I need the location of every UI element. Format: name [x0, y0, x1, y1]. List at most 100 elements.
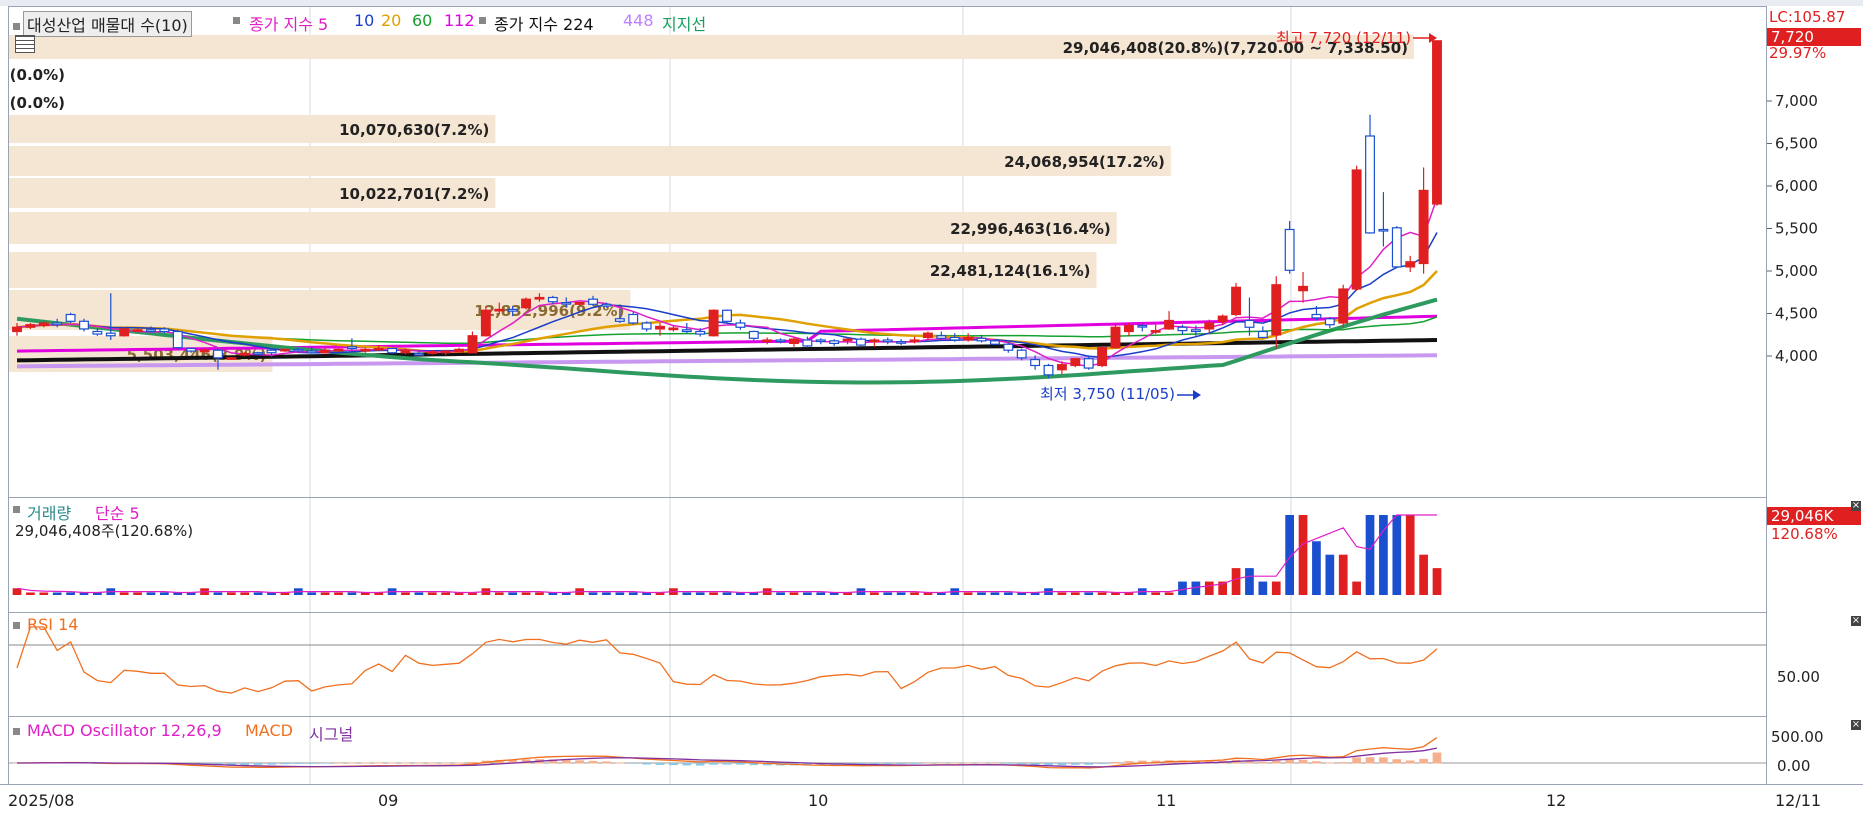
volume-bar	[910, 592, 919, 595]
legend-ma-112[interactable]: 112	[444, 11, 475, 30]
volume-bar	[1057, 592, 1067, 595]
price-panel[interactable]: 29,046,408(20.8%)(7,720.00 ~ 7,338.50)0(…	[8, 6, 1767, 499]
candle-body	[320, 349, 331, 354]
macd-histogram-bar	[561, 759, 571, 764]
x-label-oct: 10	[808, 791, 829, 810]
candle-body	[963, 336, 974, 341]
volume-bar	[1271, 581, 1281, 595]
legend-square-icon	[13, 506, 20, 513]
price-tick-label: 4,000	[1775, 347, 1818, 365]
legend-ma-5[interactable]: 종가 지수 5	[249, 11, 328, 35]
candle-body	[79, 320, 89, 330]
rsi-tick: 50.00	[1777, 668, 1820, 686]
macd-histogram-bar	[736, 763, 745, 765]
legend-ma-60[interactable]: 60	[412, 11, 432, 30]
legend-volume-profile[interactable]: 대성산업 매물대 수(10)	[23, 11, 192, 37]
volume-bar	[722, 592, 732, 595]
macd-label[interactable]: MACD	[245, 721, 293, 740]
volume-bar	[401, 592, 410, 595]
macd-histogram-bar	[896, 763, 906, 765]
legend-ma-10[interactable]: 10	[354, 11, 374, 30]
candle-body	[882, 339, 893, 343]
macd-histogram-bar	[682, 763, 692, 766]
macd-histogram-bar	[936, 762, 946, 764]
volume-bar	[588, 592, 598, 595]
macd-histogram-bar	[1405, 760, 1415, 764]
macd-panel[interactable]: MACD Oscillator 12,26,9 MACD 시그널	[8, 716, 1767, 786]
macd-histogram-bar	[253, 763, 263, 765]
volume-bar	[709, 592, 718, 595]
legend-ma-224[interactable]: 종가 지수 224	[494, 11, 594, 35]
volume-bar	[441, 592, 451, 595]
candle-body	[909, 339, 920, 343]
volume-bar	[615, 592, 625, 595]
candle-body	[1231, 286, 1242, 316]
candle-body	[802, 339, 813, 347]
x-label-aug: 2025/08	[8, 791, 75, 810]
volume-profile-label: 24,068,954(17.2%)	[1004, 153, 1165, 171]
candle-body	[105, 332, 116, 337]
rsi-panel[interactable]: RSI 14	[8, 612, 1767, 718]
volume-bar	[896, 592, 906, 595]
candle-body	[1311, 313, 1322, 319]
macd-histogram-bar	[334, 762, 343, 764]
macd-histogram-bar	[588, 760, 598, 764]
candle-body	[976, 337, 987, 342]
macd-histogram-bar	[320, 763, 330, 764]
candle-body	[186, 347, 197, 352]
macd-histogram-bar	[1030, 763, 1040, 765]
volume-bar	[52, 592, 62, 595]
low-arrow-head	[1193, 390, 1201, 400]
candle-body	[1338, 288, 1349, 324]
volume-bar	[26, 592, 35, 595]
price-tick-label: 6,500	[1775, 135, 1818, 153]
candle-body	[1070, 358, 1081, 367]
macd-histogram-bar	[280, 763, 290, 765]
macd-histogram-bar	[441, 762, 451, 764]
volume-bar	[1231, 568, 1241, 595]
close-icon[interactable]: ×	[1851, 616, 1861, 626]
table-icon[interactable]	[15, 35, 35, 53]
candle-body	[722, 309, 732, 322]
candle-body	[387, 347, 398, 354]
macd-tick-500: 500.00	[1771, 728, 1824, 746]
macd-histogram-bar	[1338, 762, 1348, 764]
macd-signal[interactable]: 시그널	[309, 721, 353, 745]
volume-bar	[990, 592, 1000, 595]
legend-square-icon	[13, 23, 20, 30]
candle-body	[172, 330, 183, 349]
macd-histogram-bar	[722, 763, 732, 765]
price-chart-svg: 29,046,408(20.8%)(7,720.00 ~ 7,338.50)0(…	[9, 7, 1442, 498]
candle-body	[1378, 228, 1389, 232]
candle-body	[1257, 330, 1268, 339]
macd-histogram-bar	[374, 762, 384, 764]
volume-bar	[776, 592, 785, 595]
candle-body	[1097, 347, 1108, 367]
legend-ma-448[interactable]: 448	[623, 11, 654, 30]
macd-histogram-bar	[1111, 761, 1120, 764]
volume-panel[interactable]: 거래량 단순 5 29,046,408주(120.68%)	[8, 497, 1767, 614]
candle-body	[1217, 315, 1228, 322]
close-icon[interactable]: ×	[1851, 720, 1861, 730]
volume-bar	[1365, 515, 1375, 595]
macd-histogram-bar	[950, 762, 960, 764]
legend-ma-20[interactable]: 20	[381, 11, 401, 30]
candle-body	[480, 309, 491, 337]
candle-body	[266, 349, 277, 354]
macd-histogram-bar	[963, 762, 973, 764]
legend-support[interactable]: 지지선	[662, 11, 706, 35]
candle-body	[413, 353, 424, 356]
close-icon[interactable]: ×	[1851, 501, 1861, 511]
candle-body	[668, 327, 679, 331]
macd-histogram-bar	[575, 760, 584, 764]
volume-bar	[695, 592, 705, 595]
macd-histogram-bar	[923, 762, 933, 764]
candle-body	[1204, 322, 1215, 330]
candle-body	[1003, 343, 1014, 351]
x-axis: 2025/08 09 10 11 12 12/11	[0, 784, 1863, 815]
macd-histogram-bar	[1017, 763, 1027, 765]
rsi-title[interactable]: RSI 14	[27, 615, 78, 634]
macd-title[interactable]: MACD Oscillator 12,26,9	[27, 721, 222, 740]
candle-body	[1418, 189, 1429, 265]
rsi-line	[16, 626, 1438, 694]
